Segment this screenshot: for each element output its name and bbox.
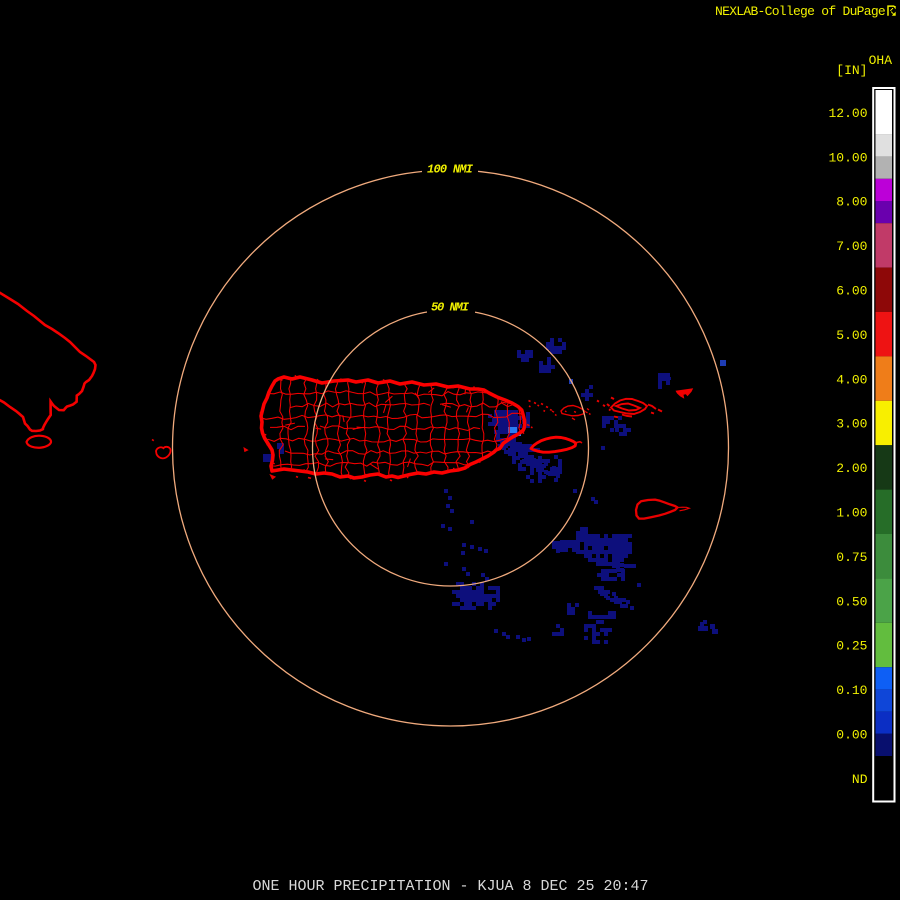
svg-text:0.10: 0.10 [836, 683, 867, 698]
svg-text:4.00: 4.00 [836, 372, 867, 387]
svg-text:8.00: 8.00 [836, 195, 867, 210]
svg-text:3.00: 3.00 [836, 417, 867, 432]
svg-text:ONE HOUR PRECIPITATION - KJUA: ONE HOUR PRECIPITATION - KJUA 8 DEC 25 2… [252, 878, 648, 895]
svg-text:OHA: OHA [869, 53, 893, 68]
svg-text:6.00: 6.00 [836, 284, 867, 299]
svg-text:12.00: 12.00 [828, 106, 867, 121]
svg-text:ND: ND [852, 772, 868, 787]
svg-text:0.25: 0.25 [836, 639, 867, 654]
svg-text:1.00: 1.00 [836, 506, 867, 521]
svg-text:5.00: 5.00 [836, 328, 867, 343]
svg-text:0.75: 0.75 [836, 550, 867, 565]
svg-text:[IN]: [IN] [836, 63, 867, 78]
svg-text:0.00: 0.00 [836, 728, 867, 743]
svg-text:10.00: 10.00 [828, 150, 867, 165]
svg-text:0.50: 0.50 [836, 594, 867, 609]
svg-text:50 NMI: 50 NMI [431, 301, 470, 315]
svg-text:100 NMI: 100 NMI [427, 163, 474, 177]
svg-text:7.00: 7.00 [836, 239, 867, 254]
svg-text:2.00: 2.00 [836, 461, 867, 476]
svg-text:NEXLAB-College of DuPage: NEXLAB-College of DuPage [715, 4, 885, 19]
